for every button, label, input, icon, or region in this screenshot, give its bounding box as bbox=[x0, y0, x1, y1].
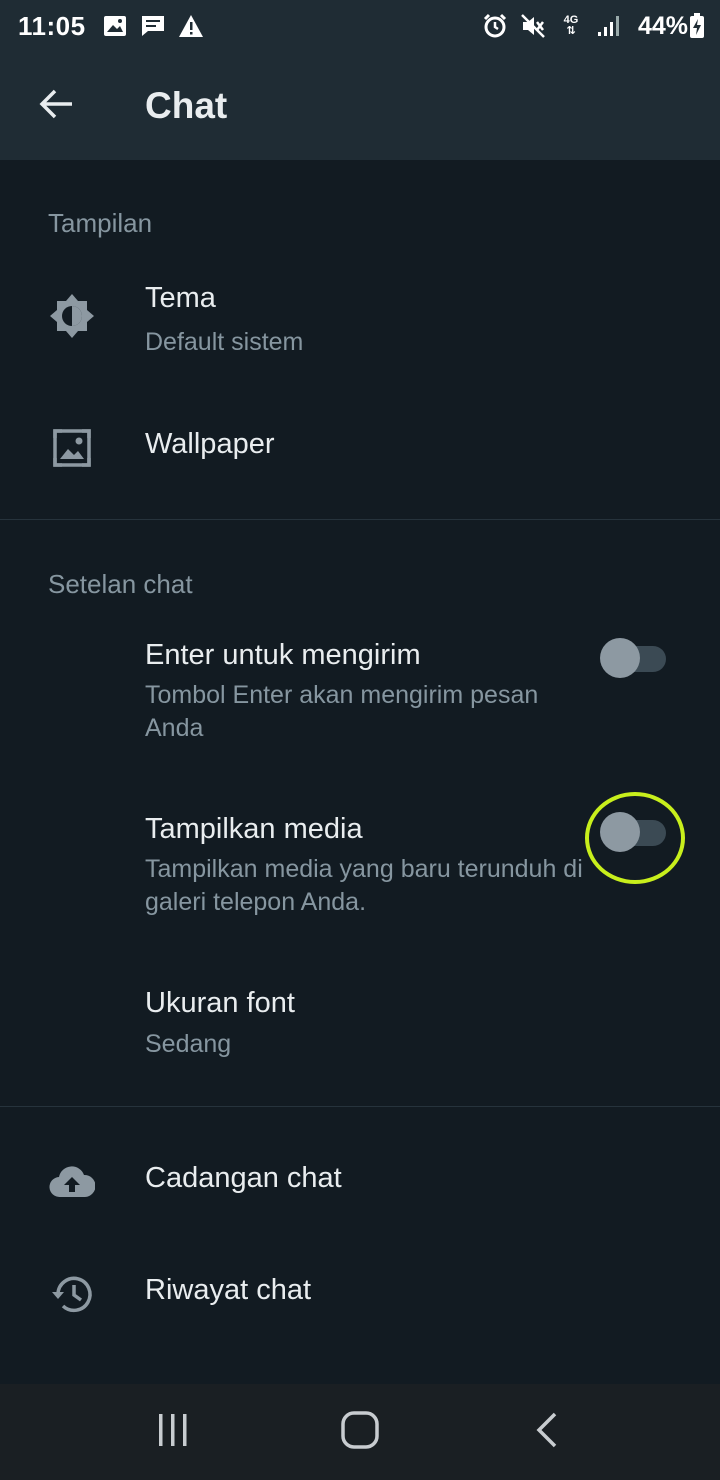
brightness-icon bbox=[48, 292, 96, 340]
app-bar: Chat bbox=[0, 52, 720, 160]
back-button[interactable] bbox=[0, 52, 112, 160]
theme-subtitle: Default sistem bbox=[145, 328, 304, 356]
back-nav-button[interactable] bbox=[507, 1392, 587, 1472]
arrow-back-icon bbox=[38, 87, 74, 126]
cloud-upload-icon bbox=[48, 1158, 96, 1206]
setting-chat-history[interactable]: Riwayat chat bbox=[0, 1248, 720, 1338]
history-icon bbox=[48, 1270, 96, 1318]
recent-apps-icon bbox=[156, 1413, 190, 1452]
section-header-chat-settings: Setelan chat bbox=[48, 569, 193, 599]
back-nav-icon bbox=[535, 1412, 559, 1453]
message-icon bbox=[138, 11, 168, 41]
alarm-icon bbox=[480, 11, 510, 41]
battery-charging-icon bbox=[688, 11, 706, 41]
page-title: Chat bbox=[145, 85, 228, 126]
network-type-icon: 4G ⇅ bbox=[563, 14, 579, 37]
setting-font-size[interactable]: Ukuran font Sedang bbox=[0, 974, 720, 1074]
home-icon bbox=[341, 1410, 379, 1454]
mute-icon bbox=[518, 11, 548, 41]
section-header-display: Tampilan bbox=[48, 208, 153, 238]
wallpaper-icon bbox=[48, 424, 96, 472]
system-nav-bar bbox=[0, 1384, 720, 1480]
enter-to-send-title: Enter untuk mengirim bbox=[145, 639, 421, 671]
section-divider bbox=[0, 519, 720, 520]
chat-backup-title: Cadangan chat bbox=[145, 1162, 342, 1194]
battery-percentage: 44% bbox=[637, 11, 688, 40]
status-time: 11:05 bbox=[18, 10, 86, 41]
wallpaper-title: Wallpaper bbox=[145, 428, 275, 460]
setting-enter-to-send[interactable]: Enter untuk mengirim Tombol Enter akan m… bbox=[0, 626, 720, 756]
signal-icon bbox=[594, 11, 624, 41]
warning-icon bbox=[176, 11, 206, 41]
image-icon bbox=[100, 11, 130, 41]
font-size-title: Ukuran font bbox=[145, 987, 295, 1019]
highlight-annotation bbox=[585, 792, 685, 884]
media-visibility-title: Tampilkan media bbox=[145, 813, 363, 845]
status-bar: 11:05 4G ⇅ 44% bbox=[0, 0, 720, 52]
media-visibility-subtitle: Tampilkan media yang baru terunduh di ga… bbox=[145, 855, 583, 916]
setting-theme[interactable]: Tema Default sistem bbox=[0, 268, 720, 368]
enter-to-send-toggle[interactable] bbox=[600, 638, 668, 678]
setting-wallpaper[interactable]: Wallpaper bbox=[0, 402, 720, 492]
home-button[interactable] bbox=[320, 1392, 400, 1472]
font-size-subtitle: Sedang bbox=[145, 1030, 232, 1058]
setting-chat-backup[interactable]: Cadangan chat bbox=[0, 1136, 720, 1226]
chat-history-title: Riwayat chat bbox=[145, 1274, 312, 1306]
recent-apps-button[interactable] bbox=[133, 1392, 213, 1472]
section-divider bbox=[0, 1106, 720, 1107]
theme-title: Tema bbox=[145, 282, 216, 314]
enter-to-send-subtitle: Tombol Enter akan mengirim pesan Anda bbox=[145, 681, 539, 742]
toggle-thumb bbox=[600, 638, 640, 678]
